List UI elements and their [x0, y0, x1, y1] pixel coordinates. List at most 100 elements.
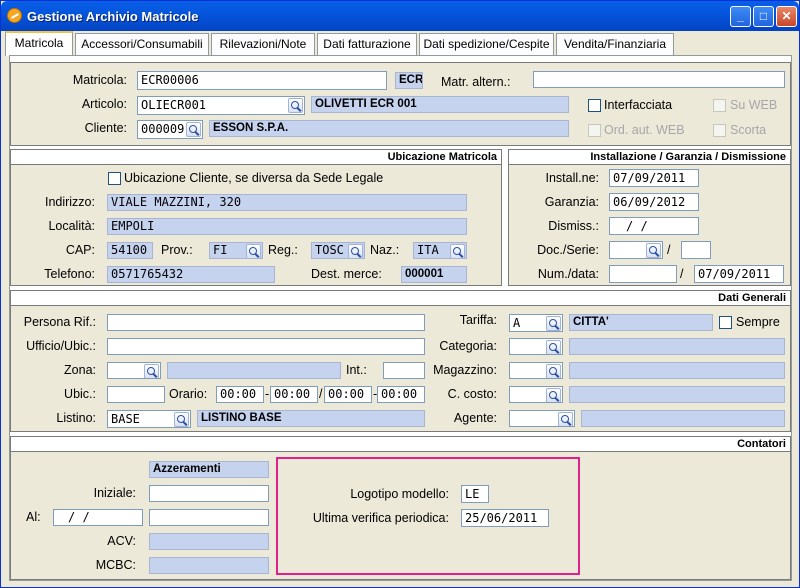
num-separator: /: [680, 267, 684, 281]
dati-generali-group: Dati Generali Persona Rif.: Ufficio/Ubic…: [10, 290, 791, 432]
listino-input[interactable]: BASE: [107, 410, 191, 428]
contatori-header: Contatori: [11, 437, 790, 452]
num-input[interactable]: [609, 265, 677, 283]
tab-accessori[interactable]: Accessori/Consumabili: [75, 33, 209, 55]
tariffa-input[interactable]: A: [509, 314, 563, 332]
acv-field: [149, 533, 269, 550]
maximize-button[interactable]: □: [753, 6, 774, 27]
dismiss-input[interactable]: / /: [609, 217, 699, 235]
reg-label: Reg.:: [268, 243, 298, 257]
ord-aut-web-label: Ord. aut. WEB: [604, 123, 685, 137]
close-button[interactable]: ✕: [776, 6, 797, 27]
lookup-icon[interactable]: [450, 244, 465, 258]
lookup-icon[interactable]: [246, 244, 261, 258]
magazzino-desc: [569, 362, 785, 379]
su-web-checkbox[interactable]: [713, 99, 726, 112]
tab-spedizione[interactable]: Dati spedizione/Cespite: [419, 33, 554, 55]
doc-label: Doc./Serie:: [537, 243, 599, 257]
orario-1-input[interactable]: 00:00: [216, 386, 264, 403]
serie-input[interactable]: [681, 241, 711, 259]
garanzia-label: Garanzia:: [544, 195, 599, 209]
ccosto-input[interactable]: [509, 386, 563, 403]
lookup-icon[interactable]: [186, 122, 201, 137]
iniziale-input[interactable]: [149, 485, 269, 502]
localita-field[interactable]: EMPOLI: [107, 218, 467, 235]
orario-label: Orario:: [169, 387, 208, 401]
listino-label: Listino:: [56, 411, 96, 425]
matricola-input[interactable]: ECR00006: [137, 71, 387, 90]
cliente-input[interactable]: 000009: [137, 120, 203, 139]
al-label: Al:: [26, 510, 41, 524]
lookup-icon[interactable]: [546, 388, 561, 402]
telefono-field[interactable]: 0571765432: [107, 266, 275, 283]
scorta-checkbox[interactable]: [713, 124, 726, 137]
mcbc-field: [149, 557, 269, 574]
naz-field[interactable]: ITA: [413, 242, 467, 259]
tab-rilevazioni[interactable]: Rilevazioni/Note: [211, 33, 315, 55]
dest-label: Dest. merce:: [311, 267, 382, 281]
minimize-button[interactable]: _: [730, 6, 751, 27]
ubicazione-header: Ubicazione Matricola: [11, 150, 501, 165]
orario-2-input[interactable]: 00:00: [270, 386, 318, 403]
app-window: Gestione Archivio Matricole _ □ ✕ Matric…: [0, 0, 800, 588]
al-value-input[interactable]: [149, 509, 269, 526]
iniziale-label: Iniziale:: [93, 486, 136, 500]
cliente-value: 000009: [141, 122, 185, 136]
cap-field[interactable]: 54100: [107, 242, 153, 259]
agente-input[interactable]: [509, 410, 575, 427]
installazione-group: Installazione / Garanzia / Dismissione I…: [508, 149, 791, 286]
dest-field[interactable]: 000001: [401, 266, 467, 283]
doc-input[interactable]: [609, 241, 663, 259]
categoria-input[interactable]: [509, 338, 563, 355]
int-input[interactable]: [383, 362, 425, 379]
interfacciata-checkbox[interactable]: [588, 99, 601, 112]
prov-field[interactable]: FI: [209, 242, 263, 259]
agente-desc: [581, 410, 785, 427]
tab-vendita[interactable]: Vendita/Finanziaria: [556, 33, 674, 55]
matr-altern-input[interactable]: [533, 71, 785, 88]
sempre-checkbox[interactable]: [719, 316, 732, 329]
indirizzo-field[interactable]: VIALE MAZZINI, 320: [107, 194, 467, 211]
matricola-tag: ECR: [395, 72, 423, 89]
lookup-icon[interactable]: [646, 243, 661, 258]
magazzino-input[interactable]: [509, 362, 563, 379]
prov-label: Prov.:: [161, 243, 193, 257]
ubic-label: Ubic.:: [64, 387, 96, 401]
tab-fatturazione[interactable]: Dati fatturazione: [317, 33, 417, 55]
lookup-icon[interactable]: [144, 364, 159, 378]
localita-label: Località:: [48, 219, 95, 233]
articolo-label: Articolo:: [81, 97, 127, 111]
orario-4-input[interactable]: 00:00: [377, 386, 425, 403]
articolo-input[interactable]: OLIECR001: [137, 96, 305, 115]
window-title: Gestione Archivio Matricole: [27, 9, 199, 24]
title-bar[interactable]: Gestione Archivio Matricole _ □ ✕: [1, 1, 799, 31]
install-input[interactable]: 07/09/2011: [609, 169, 699, 187]
ord-aut-web-checkbox[interactable]: [588, 124, 601, 137]
lookup-icon[interactable]: [174, 412, 189, 427]
garanzia-input[interactable]: 06/09/2012: [609, 193, 699, 211]
scorta-label: Scorta: [730, 123, 767, 137]
orario-3-input[interactable]: 00:00: [324, 386, 372, 403]
ccosto-label: C. costo:: [447, 387, 497, 401]
al-date-input[interactable]: / /: [53, 509, 143, 526]
lookup-icon[interactable]: [546, 340, 561, 354]
lookup-icon[interactable]: [558, 412, 573, 426]
lookup-icon[interactable]: [546, 316, 561, 331]
tab-matricola[interactable]: Matricola: [5, 31, 73, 56]
ufficio-input[interactable]: [107, 338, 425, 355]
ubic-input[interactable]: [107, 386, 165, 403]
cliente-label: Cliente:: [84, 121, 127, 135]
ubicazione-diversa-checkbox[interactable]: [108, 172, 121, 185]
lookup-icon[interactable]: [288, 98, 303, 113]
categoria-label: Categoria:: [439, 339, 497, 353]
zona-input[interactable]: [107, 362, 161, 379]
lookup-icon[interactable]: [348, 244, 363, 258]
tab-bar: Matricola Accessori/Consumabili Rilevazi…: [5, 31, 795, 56]
ccosto-desc: [569, 386, 785, 403]
lookup-icon[interactable]: [546, 364, 561, 378]
app-icon: [7, 8, 22, 23]
persona-input[interactable]: [107, 314, 425, 331]
num-data-input[interactable]: 07/09/2011: [694, 265, 784, 283]
int-label: Int.:: [346, 363, 367, 377]
reg-field[interactable]: TOSC: [311, 242, 365, 259]
